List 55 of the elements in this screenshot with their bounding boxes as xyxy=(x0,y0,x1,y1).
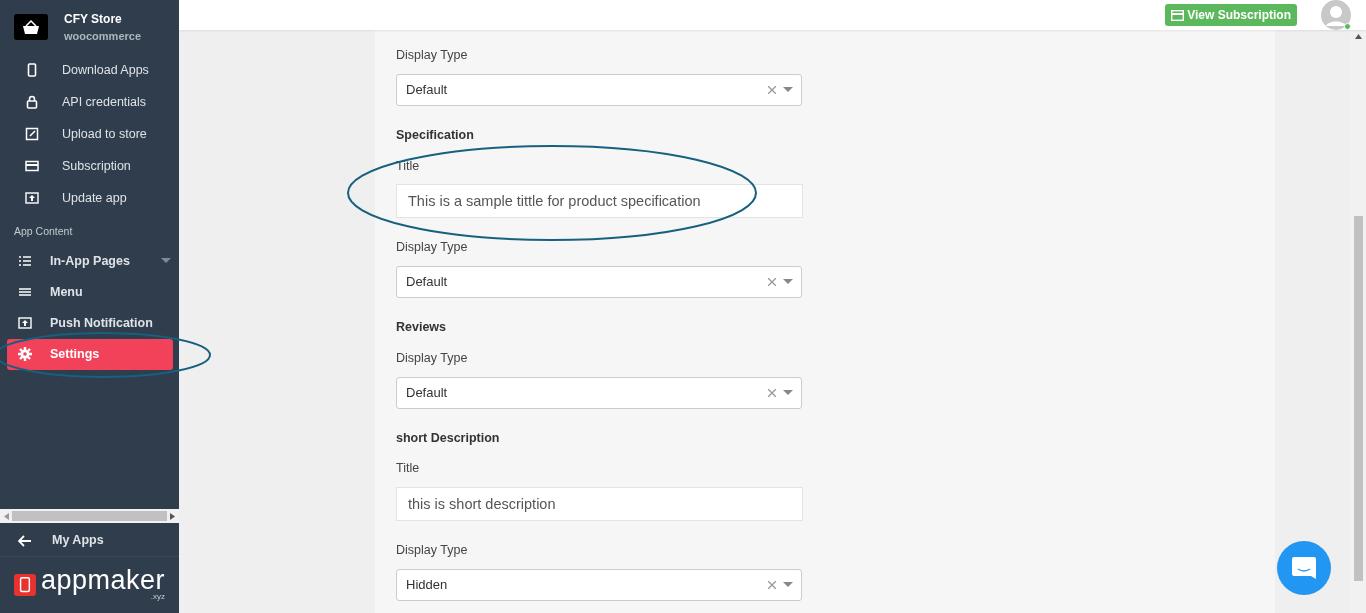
brand-suffix: .xyz xyxy=(150,592,165,603)
section-heading: App Content xyxy=(13,224,74,239)
card-icon xyxy=(1171,9,1185,21)
field-label: Display Type xyxy=(396,47,469,64)
caret-icon xyxy=(161,258,171,265)
my-apps-link[interactable]: My Apps xyxy=(0,525,179,557)
select-field[interactable]: Hidden xyxy=(396,568,802,601)
input-field[interactable]: This is a sample tittle for product specification xyxy=(396,184,803,219)
brand-name: appmaker xyxy=(40,567,165,594)
select-field[interactable]: Default xyxy=(396,73,802,106)
caret-icon xyxy=(783,86,793,93)
scroll-up-icon[interactable] xyxy=(1354,34,1362,39)
sidebar-item[interactable]: In-App Pages xyxy=(0,245,179,277)
section-heading: Specification xyxy=(396,126,475,144)
field-label: Display Type xyxy=(396,542,469,559)
phone-icon xyxy=(25,63,39,77)
settings-icon xyxy=(18,347,32,362)
clear-icon[interactable] xyxy=(768,388,776,397)
select-field[interactable]: Default xyxy=(396,266,802,298)
sidebar-item[interactable]: Download Apps xyxy=(0,54,179,86)
sidebar-item[interactable]: Update app xyxy=(0,182,179,214)
scroll-left-icon[interactable] xyxy=(4,512,9,520)
card-icon xyxy=(25,159,39,173)
store-name: CFY Store xyxy=(64,10,123,28)
field-label: Title xyxy=(396,460,421,478)
select-field[interactable]: Default xyxy=(396,376,802,409)
horizontal-scrollbar[interactable] xyxy=(0,509,179,523)
scroll-right-icon[interactable] xyxy=(170,512,175,520)
lock-icon xyxy=(25,95,39,109)
field-label: Display Type xyxy=(396,239,469,257)
caret-icon xyxy=(783,581,793,588)
grid-icon xyxy=(18,254,32,269)
input-field[interactable]: this is short description xyxy=(396,487,803,521)
basket-icon xyxy=(14,14,48,40)
sidebar-item[interactable]: Settings xyxy=(7,338,173,370)
store-platform: woocommerce xyxy=(64,28,142,44)
caret-icon xyxy=(783,279,793,285)
clear-icon[interactable] xyxy=(768,580,776,589)
sidebar-item[interactable]: API credentials xyxy=(0,86,179,118)
section-heading: Reviews xyxy=(396,319,448,336)
back-arrow-icon xyxy=(18,533,32,548)
upload-icon xyxy=(25,191,39,205)
section-heading: short Description xyxy=(396,429,501,447)
field-label: Display Type xyxy=(396,349,469,367)
chat-icon xyxy=(1291,556,1317,580)
clear-icon[interactable] xyxy=(768,278,776,286)
clear-icon[interactable] xyxy=(768,85,776,94)
upload-icon xyxy=(18,316,32,331)
sidebar-item[interactable]: Push Notification xyxy=(0,307,179,339)
sidebar-item[interactable]: Upload to store xyxy=(0,118,179,150)
caret-icon xyxy=(783,389,793,396)
chat-button[interactable] xyxy=(1277,541,1331,595)
sidebar-item[interactable]: Menu xyxy=(0,276,179,308)
edit-icon xyxy=(25,127,39,141)
sidebar-item[interactable]: Subscription xyxy=(0,150,179,182)
